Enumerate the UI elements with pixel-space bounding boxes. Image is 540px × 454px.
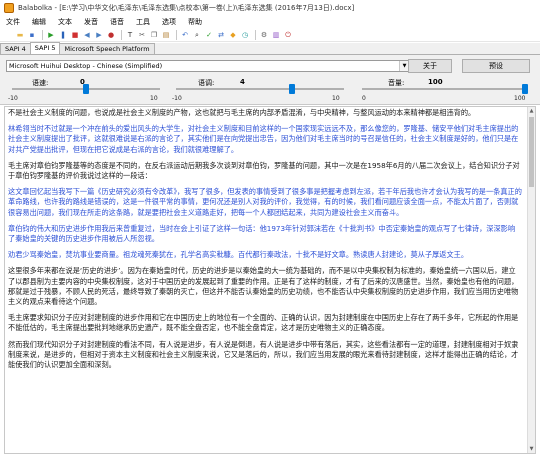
toolbar: ▫ ▬ ▪ ▶ ❚ ■ ◀ ▶ ● T ✂ ❐ ▤ ↶ ⌕ ✓ ⇄ ◆ ◷ ⚙ ▥ ⏻	[0, 28, 540, 42]
menu-item[interactable]: 发音	[78, 17, 104, 27]
tab-engine[interactable]: SAPI 5	[29, 42, 61, 54]
voice-settings-panel: Microsoft Huihui Desktop - Chinese (Simp…	[0, 55, 540, 105]
previous-icon[interactable]: ◀	[82, 30, 92, 40]
window-title: Balabolka - [E:\学习\中华文化\毛泽东\毛泽东选集\点校本\第一…	[18, 4, 355, 12]
pitch-min-label: -10	[172, 95, 182, 102]
new-document-icon[interactable]: ▫	[3, 30, 13, 40]
about-button[interactable]: 关于	[408, 59, 452, 73]
menu-item[interactable]: 语音	[104, 17, 130, 27]
text-icon[interactable]: T	[125, 30, 135, 40]
preset-button[interactable]: 预设	[462, 59, 530, 73]
vertical-scrollbar[interactable]: ▲ ▼	[527, 107, 535, 453]
toolbar-separator	[176, 29, 177, 40]
volume-slider-track[interactable]	[362, 88, 528, 90]
volume-label: 音量:	[388, 79, 405, 87]
toolbar-separator	[121, 29, 122, 40]
exit-icon[interactable]: ⏻	[283, 30, 293, 40]
text-paragraph: 然而我们现代知识分子对封建制度的看法不同，有人说是进步，有人说是倒退，有人说是进…	[8, 339, 519, 370]
settings-icon[interactable]: ⚙	[259, 30, 269, 40]
open-folder-icon[interactable]: ▬	[15, 30, 25, 40]
text-paragraph: 毛主席对章伯钧罗隆基等的态度是不同的，在反右派运动后期我多次谈到对章伯钧，罗隆基…	[8, 160, 520, 181]
voice-dropdown[interactable]: Microsoft Huihui Desktop - Chinese (Simp…	[6, 60, 410, 72]
text-paragraph: 不是社会主义制度的问题，也说成是社会主义制度的产物，这也就把与毛主席的内部矛盾混…	[8, 108, 476, 117]
text-paragraph: 劝君少骂秦始皇，焚坑事业要商量。祖龙魂死秦犹在，孔学名高实秕糠。百代都行秦政法，…	[8, 250, 469, 260]
play-icon[interactable]: ▶	[46, 30, 56, 40]
menu-item[interactable]: 文本	[52, 17, 78, 27]
rate-slider-thumb[interactable]	[83, 84, 89, 94]
menu-item[interactable]: 文件	[0, 17, 26, 27]
editor-content: 不是社会主义制度的问题，也说成是社会主义制度的产物，这也就把与毛主席的内部矛盾混…	[5, 107, 535, 370]
toolbar-separator	[42, 29, 43, 40]
cut-icon[interactable]: ✂	[137, 30, 147, 40]
menu-item[interactable]: 选项	[156, 17, 182, 27]
scroll-down-icon[interactable]: ▼	[528, 445, 535, 453]
title-bar: Balabolka - [E:\学习\中华文化\毛泽东\毛泽东选集\点校本\第一…	[0, 0, 540, 16]
copy-icon[interactable]: ❐	[149, 30, 159, 40]
clock-icon[interactable]: ◷	[240, 30, 250, 40]
menu-item[interactable]: 帮助	[182, 17, 208, 27]
tab-engine[interactable]: SAPI 4	[0, 43, 31, 54]
pitch-label: 语调:	[198, 79, 215, 87]
paste-icon[interactable]: ▤	[161, 30, 171, 40]
rate-min-label: -10	[8, 95, 18, 102]
menu-item[interactable]: 编辑	[26, 17, 52, 27]
volume-slider-thumb[interactable]	[522, 84, 528, 94]
text-paragraph: 这文章回忆起当我写下一篇《历史研究必须有令改革》，我写了很多，但发表的事情受到了…	[8, 187, 522, 217]
tab-engine[interactable]: Microsoft Speech Platform	[59, 43, 155, 54]
scrollbar-thumb[interactable]	[529, 117, 534, 187]
toolbar-separator	[255, 29, 256, 40]
rate-label: 语速:	[32, 79, 49, 87]
record-icon[interactable]: ●	[106, 30, 116, 40]
pause-icon[interactable]: ❚	[58, 30, 68, 40]
text-paragraph: 毛主席要求知识分子应对封建制度的进步作用和它在中国历史上的地位有一个全面的、正确…	[8, 313, 519, 333]
rate-max-label: 10	[150, 95, 158, 102]
engine-tabs: SAPI 4 SAPI 5 Microsoft Speech Platform	[0, 42, 540, 55]
menu-item[interactable]: 工具	[130, 17, 156, 27]
replace-icon[interactable]: ⇄	[216, 30, 226, 40]
next-icon[interactable]: ▶	[94, 30, 104, 40]
stop-icon[interactable]: ■	[70, 30, 80, 40]
find-icon[interactable]: ⌕	[192, 30, 202, 40]
volume-min-label: 0	[362, 95, 366, 102]
text-paragraph: 林希翎当时不过就是一个冲在前头的爱出风头的大学生，对社会主义制度和目前这样的一个…	[8, 124, 519, 154]
voice-dropdown-value: Microsoft Huihui Desktop - Chinese (Simp…	[9, 62, 163, 70]
volume-max-label: 100	[514, 95, 526, 102]
pitch-slider-thumb[interactable]	[289, 84, 296, 94]
dictionary-icon[interactable]: ▥	[271, 30, 281, 40]
pitch-value: 4	[240, 78, 245, 86]
undo-icon[interactable]: ↶	[180, 30, 190, 40]
pitch-slider-track[interactable]	[176, 88, 344, 90]
balabolka-logo-icon	[4, 3, 14, 13]
text-editor[interactable]: 不是社会主义制度的问题，也说成是社会主义制度的产物，这也就把与毛主席的内部矛盾混…	[4, 106, 536, 454]
text-paragraph: 这里很多年来都在说是‘历史的进步’。因为在秦始皇时代，历史的进步是以秦始皇的大一…	[8, 266, 519, 307]
bookmark-icon[interactable]: ◆	[228, 30, 238, 40]
spellcheck-icon[interactable]: ✓	[204, 30, 214, 40]
save-icon[interactable]: ▪	[27, 30, 37, 40]
pitch-max-label: 10	[332, 95, 340, 102]
scroll-up-icon[interactable]: ▲	[528, 107, 535, 115]
volume-value: 100	[428, 78, 443, 86]
text-paragraph: 章伯钧的伟大和历史进步作用我后来曾重复过，当时在会上引证了这样一句话：他1973…	[8, 223, 516, 244]
menu-bar: 文件 编辑 文本 发音 语音 工具 选项 帮助	[0, 16, 540, 28]
